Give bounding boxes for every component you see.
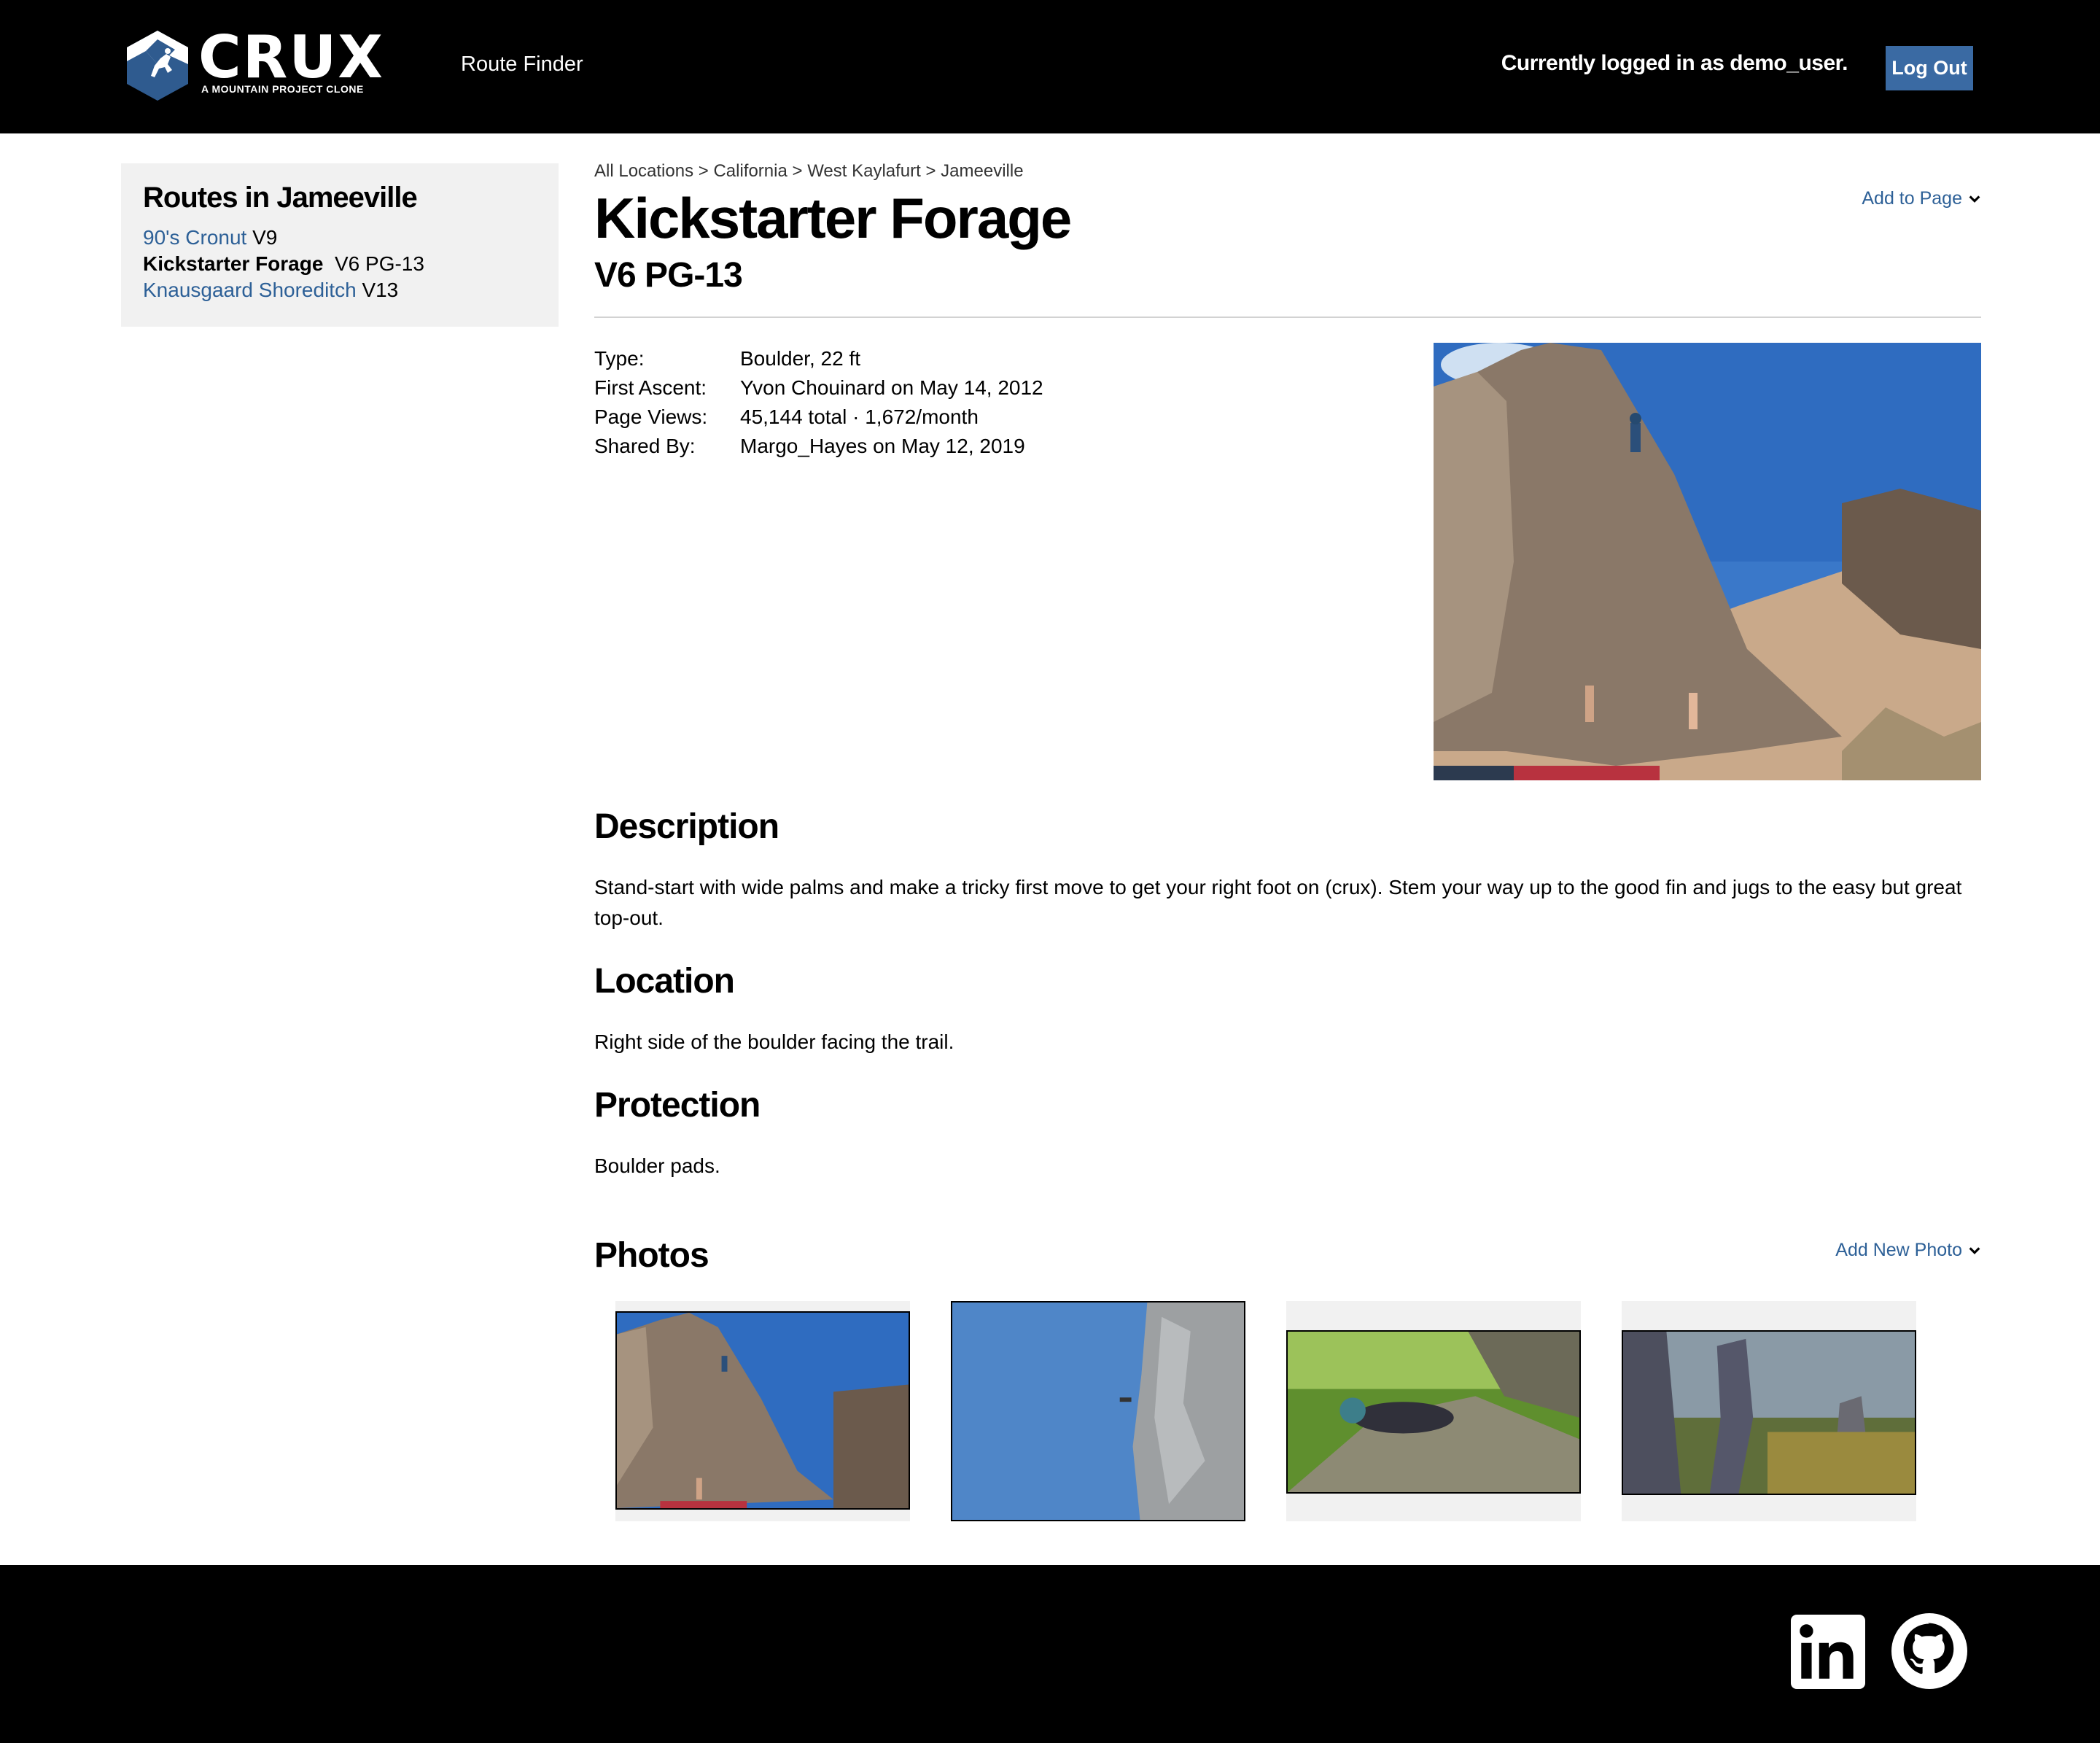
logo-wordmark: CRUX [198,23,384,91]
crux-logo-icon [127,31,188,101]
detail-value: Margo_Hayes on May 12, 2019 [740,435,1025,457]
photo-thumbnail-card[interactable] [951,1301,1245,1521]
detail-label: Shared By: [594,435,696,457]
sidebar-route-list: 90's Cronut V9 Kickstarter Forage V6 PG-… [143,225,424,303]
linkedin-icon[interactable] [1791,1615,1865,1689]
breadcrumb: All Locations > California > West Kaylaf… [594,161,1024,182]
sidebar-route-item: 90's Cronut V9 [143,225,424,251]
description-heading: Description [594,807,779,846]
breadcrumb-separator: > [792,161,803,181]
nav-route-finder-link[interactable]: Route Finder [461,53,583,77]
detail-row-type: Type: Boulder, 22 ft [594,344,1043,373]
description-text: Stand-start with wide palms and make a t… [594,876,1962,929]
title-divider [594,317,1981,318]
protection-heading: Protection [594,1086,761,1125]
page-title: Kickstarter Forage [594,186,1072,250]
sidebar-route-link[interactable]: 90's Cronut [143,226,246,249]
sidebar-route-grade: V13 [362,279,399,301]
detail-row-page-views: Page Views: 45,144 total · 1,672/month [594,403,1043,432]
site-header: CRUX A MOUNTAIN PROJECT CLONE Route Find… [0,0,2100,133]
sidebar-routes-panel: Routes in Jameeville 90's Cronut V9 Kick… [121,163,559,327]
breadcrumb-separator: > [698,161,709,181]
crux-logo[interactable]: CRUX A MOUNTAIN PROJECT CLONE [124,23,383,104]
route-grade: V6 PG-13 [594,256,743,295]
protection-text: Boulder pads. [594,1154,720,1177]
detail-value: 45,144 total · 1,672/month [740,405,979,428]
breadcrumb-link[interactable]: Jameeville [941,161,1023,181]
github-icon[interactable] [1891,1613,1967,1689]
login-status-text: Currently logged in as demo_user. [1501,51,1848,75]
add-new-photo-dropdown[interactable]: Add New Photo [1835,1240,1981,1261]
photo-thumbnail-boulder [615,1311,910,1510]
breadcrumb-link[interactable]: All Locations [594,161,693,181]
sidebar-route-item-current: Kickstarter Forage V6 PG-13 [143,251,424,277]
sidebar-route-grade: V9 [252,226,278,249]
chevron-down-icon [1969,1246,1980,1254]
logout-button[interactable]: Log Out [1886,46,1973,90]
breadcrumb-link[interactable]: West Kaylafurt [807,161,921,181]
logo-tagline: A MOUNTAIN PROJECT CLONE [201,83,364,95]
detail-value: Yvon Chouinard on May 14, 2012 [740,376,1043,399]
sidebar-route-item: Knausgaard Shoreditch V13 [143,277,424,303]
add-to-page-dropdown[interactable]: Add to Page [1862,188,1981,209]
location-heading: Location [594,962,735,1001]
breadcrumb-link[interactable]: California [713,161,787,181]
detail-label: Page Views: [594,405,708,428]
site-footer [0,1565,2100,1743]
photos-heading: Photos [594,1236,709,1275]
photo-thumbnail-card[interactable] [1286,1301,1581,1521]
sidebar-route-link[interactable]: Knausgaard Shoreditch [143,279,357,301]
location-text: Right side of the boulder facing the tra… [594,1030,954,1053]
add-new-photo-label: Add New Photo [1835,1240,1962,1260]
photo-thumbnail-card[interactable] [615,1301,910,1521]
photo-thumbnail-card[interactable] [1622,1301,1916,1521]
detail-label: First Ascent: [594,376,707,399]
route-main-photo[interactable] [1434,343,1981,780]
detail-row-shared-by: Shared By: Margo_Hayes on May 12, 2019 [594,432,1043,461]
detail-value: Boulder, 22 ft [740,347,861,370]
sidebar-route-current-name: Kickstarter Forage [143,252,324,275]
add-to-page-label: Add to Page [1862,188,1962,209]
photo-thumbnail-rock-towers [1622,1330,1916,1495]
route-details-table: Type: Boulder, 22 ft First Ascent: Yvon … [594,344,1043,461]
detail-row-first-ascent: First Ascent: Yvon Chouinard on May 14, … [594,373,1043,403]
photo-thumbnail-forest-climb [1286,1330,1581,1494]
detail-label: Type: [594,347,645,370]
sidebar-route-grade: V6 PG-13 [335,252,424,275]
breadcrumb-separator: > [925,161,936,181]
photo-thumbnail-cliff [951,1301,1245,1521]
sidebar-title: Routes in Jameeville [143,182,418,214]
chevron-down-icon [1969,195,1980,203]
